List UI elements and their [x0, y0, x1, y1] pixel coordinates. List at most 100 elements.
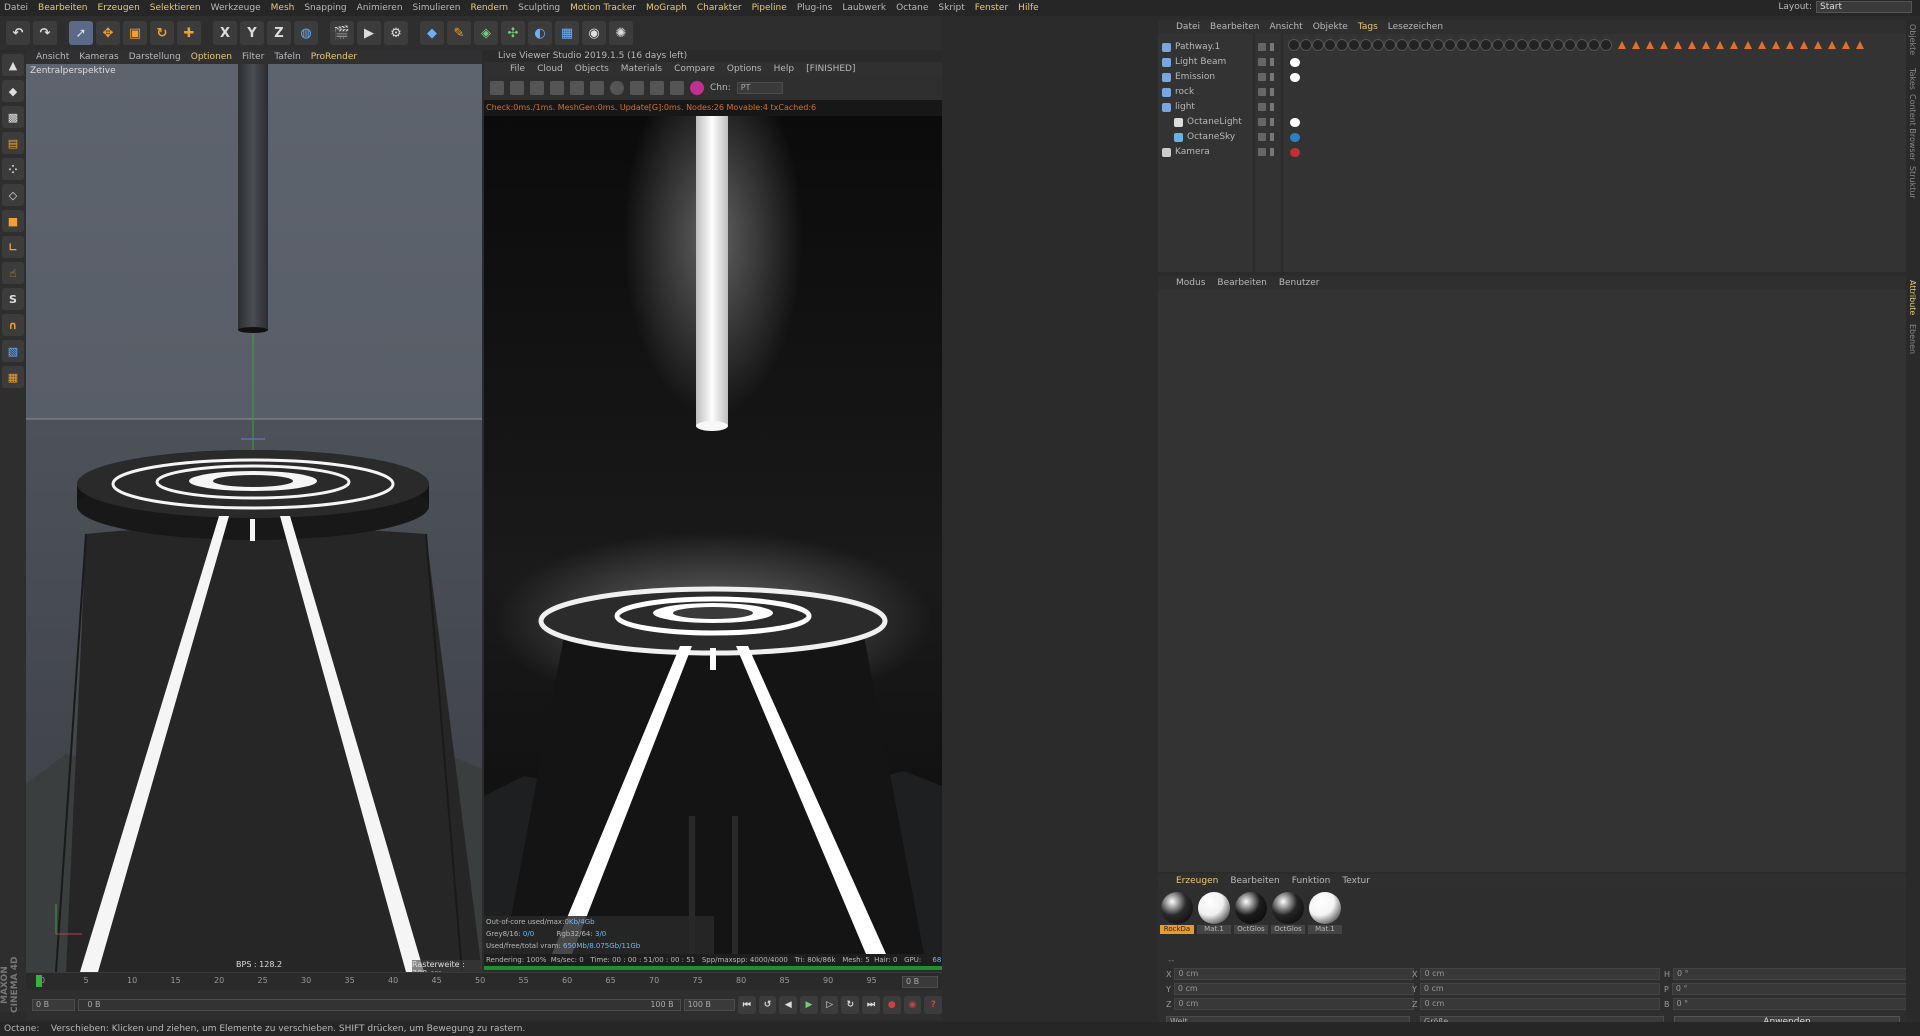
material-swatch[interactable]: OctGlos — [1271, 892, 1305, 936]
menu-mograph[interactable]: MoGraph — [646, 3, 687, 13]
object-row[interactable]: Kamera — [1162, 145, 1274, 159]
menu-datei[interactable]: Datei — [4, 3, 28, 13]
polygons-mode-icon[interactable]: ■ — [2, 210, 24, 232]
live-viewer-menu-cloud[interactable]: Cloud — [537, 64, 563, 74]
prev-frame-icon[interactable]: ◀ — [779, 996, 798, 1014]
workplane-icon[interactable]: ▤ — [2, 132, 24, 154]
menu-snapping[interactable]: Snapping — [304, 3, 346, 13]
axis-z-button[interactable]: Z — [267, 21, 291, 45]
render-dot[interactable] — [1270, 88, 1274, 96]
live-viewer-menu-objects[interactable]: Objects — [575, 64, 609, 74]
object-tag-icon[interactable] — [1290, 118, 1300, 127]
viewport-menu-kameras[interactable]: Kameras — [79, 52, 118, 62]
menu-plug-ins[interactable]: Plug-ins — [797, 3, 833, 13]
menu-animieren[interactable]: Animieren — [357, 3, 403, 13]
menu-skript[interactable]: Skript — [938, 3, 964, 13]
coord-field[interactable]: 0 ° — [1671, 983, 1912, 995]
frame-end-field[interactable]: 0 B — [902, 976, 938, 988]
deformer-icon[interactable]: ◐ — [528, 21, 552, 45]
menu-octane[interactable]: Octane — [896, 3, 928, 13]
coord-field[interactable]: 0 ° — [1672, 998, 1913, 1010]
material-menu-bearbeiten[interactable]: Bearbeiten — [1230, 876, 1279, 886]
material-swatch[interactable]: OctGlos — [1234, 892, 1268, 936]
attribute-menu-bearbeiten[interactable]: Bearbeiten — [1217, 278, 1266, 288]
material-swatch[interactable]: Mat.1 — [1308, 892, 1342, 936]
timeline-ruler[interactable]: 0510152025303540455055606570758085909510… — [26, 972, 942, 990]
axis-y-button[interactable]: Y — [240, 21, 264, 45]
attribute-menu-modus[interactable]: Modus — [1176, 278, 1205, 288]
viewport-menu-filter[interactable]: Filter — [242, 52, 264, 62]
layout-selector[interactable]: Layout: Start — [1778, 1, 1912, 13]
viewport-menu-tafeln[interactable]: Tafeln — [274, 52, 300, 62]
add-tool-icon[interactable]: ✚ — [177, 21, 201, 45]
visibility-toggle[interactable] — [1258, 118, 1266, 126]
undo-icon[interactable]: ↶ — [6, 21, 30, 45]
menu-rendern[interactable]: Rendern — [471, 3, 509, 13]
live-viewer-menu-options[interactable]: Options — [727, 64, 762, 74]
redo-icon[interactable]: ↷ — [33, 21, 57, 45]
material-menu-erzeugen[interactable]: Erzeugen — [1176, 876, 1218, 886]
prev-key-icon[interactable]: ↺ — [758, 996, 777, 1014]
visibility-toggle[interactable] — [1258, 43, 1266, 51]
tweak-mode-icon[interactable]: ☝ — [2, 262, 24, 284]
object-menu-tags[interactable]: Tags — [1358, 22, 1378, 32]
model-mode-icon[interactable]: ◆ — [2, 80, 24, 102]
object-menu-ansicht[interactable]: Ansicht — [1269, 22, 1302, 32]
coord-field[interactable]: 0 cm — [1420, 998, 1661, 1010]
object-row[interactable]: OctaneSky — [1162, 130, 1274, 144]
side-tab-content-browser[interactable]: Content Browser — [1908, 94, 1917, 161]
rotate-tool-icon[interactable]: ↻ — [150, 21, 174, 45]
object-menu-objekte[interactable]: Objekte — [1313, 22, 1348, 32]
menu-pipeline[interactable]: Pipeline — [752, 3, 787, 13]
world-axis-icon[interactable]: ◍ — [294, 21, 318, 45]
live-viewer-menu-help[interactable]: Help — [774, 64, 795, 74]
settings-icon[interactable] — [490, 81, 504, 95]
viewport-menu-ansicht[interactable]: Ansicht — [36, 52, 69, 62]
live-viewer-render[interactable] — [484, 116, 942, 954]
crop-icon[interactable] — [650, 81, 664, 95]
solo-icon[interactable]: S — [2, 288, 24, 310]
menu-simulieren[interactable]: Simulieren — [413, 3, 461, 13]
help-key-icon[interactable]: ? — [924, 996, 943, 1014]
subdivision-icon[interactable]: ◈ — [474, 21, 498, 45]
menu-fenster[interactable]: Fenster — [975, 3, 1008, 13]
points-mode-icon[interactable]: ⁘ — [2, 158, 24, 180]
playhead[interactable] — [36, 975, 42, 987]
cube-icon[interactable]: ◆ — [420, 21, 444, 45]
material-menu-textur[interactable]: Textur — [1342, 876, 1370, 886]
object-menu-datei[interactable]: Datei — [1176, 22, 1200, 32]
floor-icon[interactable]: ▦ — [555, 21, 579, 45]
visibility-toggle[interactable] — [1258, 103, 1266, 111]
snap-icon[interactable]: ∩ — [2, 314, 24, 336]
side-tab-attributes[interactable]: Attribute — [1908, 280, 1917, 315]
record-icon[interactable]: ● — [882, 996, 901, 1014]
render-settings-icon[interactable]: ⚙ — [384, 21, 408, 45]
live-viewer-menu-file[interactable]: File — [510, 64, 525, 74]
axis-mode-icon[interactable]: ∟ — [2, 236, 24, 258]
object-row[interactable]: light — [1162, 100, 1274, 114]
coord-field[interactable]: 0 cm — [1174, 998, 1415, 1010]
render-dot[interactable] — [1270, 103, 1274, 111]
move-tool-icon[interactable]: ✥ — [96, 21, 120, 45]
editor-viewport[interactable]: Zentralperspektive BPS : 128.2 Rasterwei… — [26, 64, 482, 972]
select-tool-icon[interactable]: ➚ — [69, 21, 93, 45]
start-frame-field[interactable]: 0 B — [32, 999, 76, 1011]
menu-erzeugen[interactable]: Erzeugen — [97, 3, 139, 13]
coord-field[interactable]: 0 ° — [1673, 968, 1914, 980]
make-editable-icon[interactable]: ▲ — [2, 54, 24, 76]
layout-dropdown[interactable]: Start — [1816, 1, 1912, 13]
object-row[interactable]: Pathway.1 — [1162, 40, 1274, 54]
side-tab-takes[interactable]: Takes — [1908, 68, 1917, 90]
end-frame-field[interactable]: 100 B — [683, 999, 735, 1011]
object-tag-icon[interactable] — [1290, 88, 1300, 97]
render-dot[interactable] — [1270, 73, 1274, 81]
sphere-icon[interactable] — [610, 81, 624, 95]
tag-strip[interactable] — [1288, 38, 1908, 52]
array-icon[interactable]: ✣ — [501, 21, 525, 45]
lock-workplane-icon[interactable]: ▧ — [2, 340, 24, 362]
channel-dropdown[interactable]: PT — [736, 82, 783, 94]
play-icon[interactable]: ▶ — [800, 996, 818, 1014]
axis-x-button[interactable]: X — [213, 21, 237, 45]
object-menu-lesezeichen[interactable]: Lesezeichen — [1388, 22, 1443, 32]
render-dot[interactable] — [1270, 58, 1274, 66]
